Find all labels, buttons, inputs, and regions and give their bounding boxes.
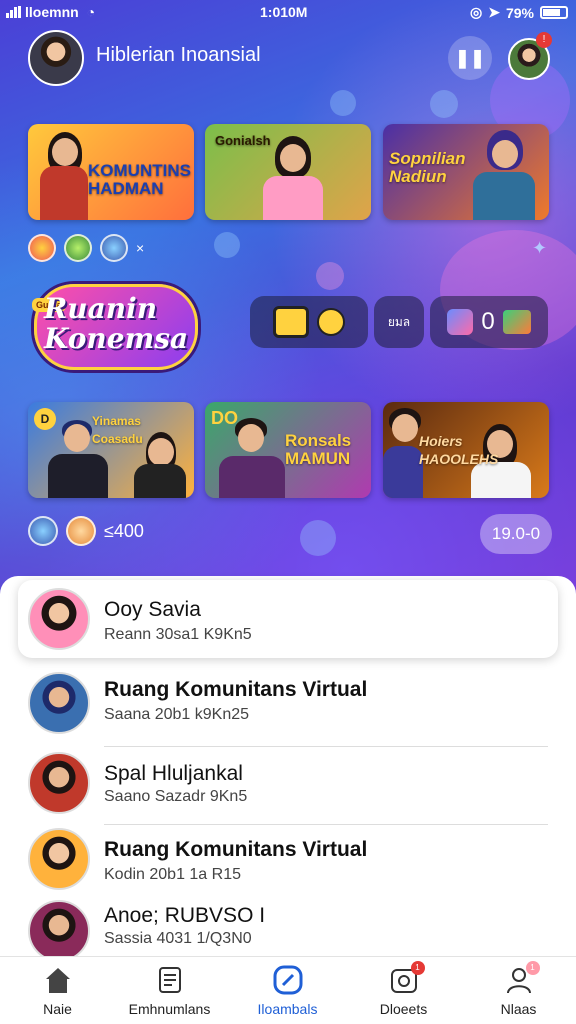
nav-label: Naie — [43, 1001, 72, 1017]
nav-label: Emhnumlans — [128, 1001, 211, 1017]
pill-count: 0 — [481, 308, 495, 335]
label-pill[interactable]: ยมล — [374, 296, 424, 348]
signal-icon — [6, 6, 21, 18]
avatar — [28, 588, 90, 650]
notification-badge: 1 — [410, 961, 425, 975]
battery-percent: 79% — [505, 4, 534, 21]
document-icon — [155, 965, 185, 995]
list-item-title: Ruang Komunitans Virtual — [104, 678, 368, 701]
logo-line-1: Ruanin — [44, 292, 158, 325]
participant-row: × — [28, 234, 144, 262]
media-control-pill[interactable] — [250, 296, 368, 348]
page-title: Hiblerian Inoansial — [96, 44, 261, 66]
thumbnail-card[interactable]: Hoiers HAOOLEHS — [383, 402, 549, 498]
list-item-title: Spal Hluljankal — [104, 762, 243, 785]
list-item-subtitle: Reann 30sa1 K9Kn5 — [104, 626, 252, 643]
nav-item-explore[interactable]: Iloambals — [230, 965, 345, 1017]
nav-item-updates[interactable]: 1 Dloeets — [346, 961, 461, 1017]
list-item[interactable]: Ooy Savia Reann 30sa1 K9Kn5 — [18, 580, 558, 658]
participant-avatar[interactable] — [64, 234, 92, 262]
thumbnail-card[interactable]: Yinamas Coasadu D — [28, 402, 194, 498]
nav-label: Iloambals — [257, 1001, 318, 1017]
list-item-subtitle: Saano Sazadr 9Kn5 — [104, 788, 248, 805]
nav-item-documents[interactable]: Emhnumlans — [112, 965, 227, 1017]
home-icon — [43, 965, 73, 995]
list-item[interactable]: Ruang Komunitans Virtual Kodin 20b1 1a R… — [0, 828, 576, 908]
count-pill[interactable]: 19.0-0 — [480, 514, 552, 554]
thumbnail-card[interactable]: Gonialsh — [205, 124, 371, 220]
bottom-nav: Naie Emhnumlans Iloambals 1 Dloeets 1 Nl… — [0, 956, 576, 1024]
user-avatar[interactable] — [28, 30, 84, 86]
logo-line-2: Konemsa — [44, 322, 189, 355]
status-bar: lloemnn ◔ 1:010M ◎ ➤ 79% — [0, 0, 576, 26]
list-item-title: Anoe; RUBVSO I — [104, 904, 266, 927]
participant-avatar[interactable] — [28, 516, 58, 546]
participant-avatar[interactable] — [100, 234, 128, 262]
badge-icon: 1 — [389, 961, 425, 995]
hero-banner: lloemnn ◔ 1:010M ◎ ➤ 79% Hiblerian Inoan… — [0, 0, 576, 600]
sparkle-icon: ✦ — [532, 238, 548, 258]
conversation-sheet: Ooy Savia Reann 30sa1 K9Kn5 Ruang Komuni… — [0, 576, 576, 962]
pill-label: ยมล — [387, 314, 411, 329]
list-item-subtitle: Saana 20b1 k9Kn25 — [104, 706, 250, 723]
list-item-title: Ooy Savia — [104, 598, 201, 621]
thumbnail-badge: D — [34, 408, 56, 430]
gallery-icon — [273, 306, 309, 338]
thumbnail-title: Sopnilian Nadiun — [389, 149, 466, 186]
nav-item-profile[interactable]: 1 Nlaas — [461, 961, 576, 1017]
compass-icon — [273, 965, 303, 995]
list-item[interactable]: Spal Hluljankal Saano Sazadr 9Kn5 — [0, 752, 576, 832]
list-item[interactable]: Anoe; RUBVSO I Sassia 4031 1/Q3N0 — [0, 900, 576, 962]
thumbnail-badge: DO — [211, 408, 238, 428]
avatar — [28, 672, 90, 734]
switch-icon — [447, 309, 474, 335]
thumbnail-title: KOMUNTINS HADMAN — [88, 161, 191, 198]
battery-icon — [540, 6, 568, 19]
participant-avatar[interactable] — [28, 234, 56, 262]
carrier-label: lloemnn — [25, 4, 79, 20]
stats-row: ≤400 — [28, 516, 144, 546]
share-pill[interactable]: 0 — [430, 296, 548, 348]
thumbnail-title: Hoiers HAOOLEHS — [419, 433, 499, 467]
avatar — [28, 900, 90, 962]
nav-label: Nlaas — [500, 1001, 537, 1017]
nav-label: Dloeets — [379, 1001, 428, 1017]
list-item-title: Ruang Komunitans Virtual — [104, 838, 368, 861]
thumbnail-title: Ronsals MAMUN — [285, 431, 352, 468]
location-icon: ➤ — [488, 4, 500, 20]
clock: 1:010M — [260, 4, 308, 20]
profile-icon: 1 — [504, 961, 540, 995]
thumbnail-card[interactable]: KOMUNTINS HADMAN — [28, 124, 194, 220]
play-icon — [502, 310, 531, 334]
avatar — [28, 828, 90, 890]
list-item-subtitle: Kodin 20b1 1a R15 — [104, 866, 241, 883]
emoji-icon — [317, 308, 345, 336]
notification-badge: 1 — [525, 961, 540, 975]
list-item-subtitle: Sassia 4031 1/Q3N0 — [104, 930, 252, 947]
app-logo: Gunla Ruanin Konemsa — [28, 272, 204, 382]
viewer-count: ≤400 — [104, 520, 144, 541]
thumbnail-title: Yinamas Coasadu — [92, 414, 143, 446]
pause-button[interactable]: ❚❚ — [448, 36, 492, 80]
app-header: Hiblerian Inoansial ❚❚ ! — [0, 30, 576, 90]
sync-icon: ◎ — [470, 4, 483, 20]
thumbnail-title: Gonialsh — [215, 133, 271, 148]
notification-badge: ! — [536, 32, 552, 48]
pause-icon: ❚❚ — [454, 47, 486, 68]
participant-avatar[interactable] — [66, 516, 96, 546]
thumbnail-card[interactable]: Ronsals MAMUN DO — [205, 402, 371, 498]
thumbnail-card[interactable]: Sopnilian Nadiun — [383, 124, 549, 220]
avatar — [28, 752, 90, 814]
nav-item-home[interactable]: Naie — [0, 965, 115, 1017]
list-item[interactable]: Ruang Komunitans Virtual Saana 20b1 k9Kn… — [0, 672, 576, 752]
close-icon[interactable]: × — [136, 240, 144, 256]
wifi-icon: ◔ — [86, 4, 96, 20]
